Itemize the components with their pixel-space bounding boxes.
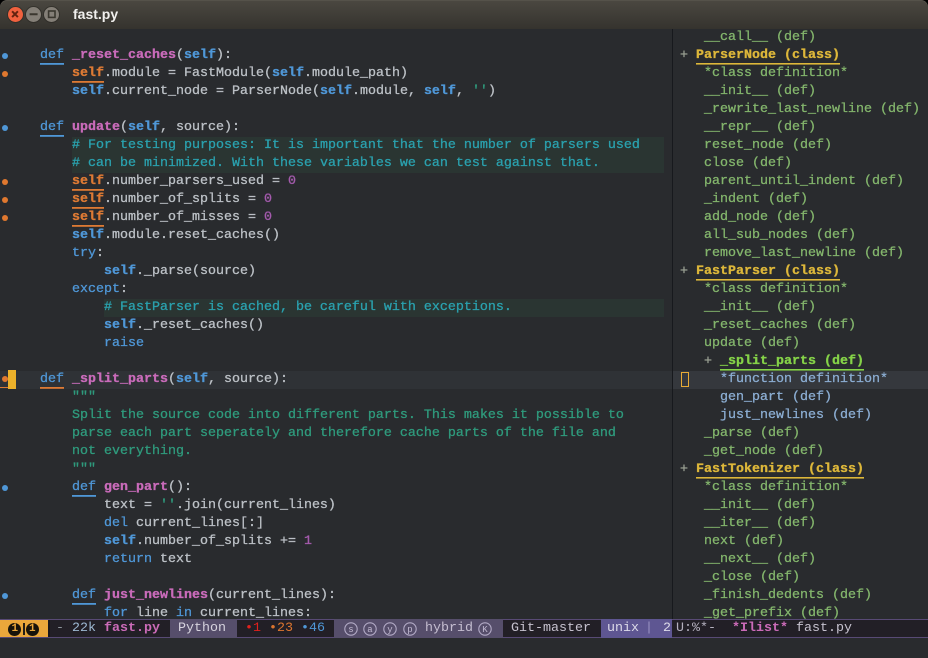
svg-text:p: p [407,625,412,635]
svg-text:s: s [348,625,353,635]
svg-text:a: a [367,625,373,635]
svg-text:K: K [482,625,488,635]
svg-text:y: y [387,625,393,635]
